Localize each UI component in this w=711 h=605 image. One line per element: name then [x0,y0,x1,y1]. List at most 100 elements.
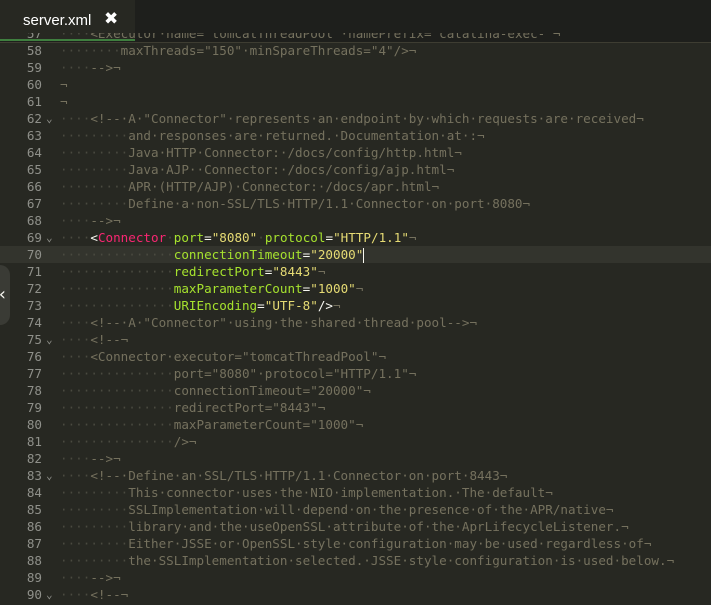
code-token: ··············· [60,400,174,415]
code-text[interactable]: ···············URIEncoding="UTF-8"/>¬ [60,297,341,314]
code-line[interactable]: 87 ·········Either·JSSE·or·OpenSSL·style·… [0,535,711,552]
code-text[interactable]: ···············maxParameterCount="1000"¬ [60,416,363,433]
code-line[interactable]: 63 ·········and·responses·are·returned.·D… [0,127,711,144]
code-token: ········· [60,485,129,500]
code-line[interactable]: 59 ····-->¬ [0,59,711,76]
code-text[interactable]: ····<!--·A·"Connector"·using·the·shared·… [60,314,477,331]
code-line[interactable]: 76 ····<Connector·executor="tomcatThreadP… [0,348,711,365]
code-text[interactable]: ····-->¬ [60,569,121,586]
code-token: Either·JSSE·or·OpenSSL·style·configurati… [128,536,652,551]
code-line[interactable]: 81 ···············/>¬ [0,433,711,450]
code-line[interactable]: 79 ···············redirectPort="8443"¬ [0,399,711,416]
fold-chevron-icon[interactable]: ⌄ [46,331,53,348]
code-text[interactable]: ¬ [60,93,68,110]
code-text[interactable]: ····<!--¬ [60,331,128,348]
code-text[interactable]: ····<!--¬ [60,586,128,603]
code-token: ···· [60,111,91,126]
line-number: 63 [26,128,42,143]
code-line[interactable]: 77 ···············port="8080"·protocol="H… [0,365,711,382]
code-token: ········· [60,196,129,211]
line-number: 81 [26,434,42,449]
code-line[interactable]: 74 ····<!--·A·"Connector"·using·the·share… [0,314,711,331]
code-line[interactable]: 61 ¬ [0,93,711,110]
code-line[interactable]: 90 ⌄ ····<!--¬ [0,586,711,603]
code-token: />¬ [173,434,197,449]
code-text[interactable]: ·········library·and·the·useOpenSSL·attr… [60,518,629,535]
code-line[interactable]: 70 ···············connectionTimeout="2000… [0,246,711,263]
code-text[interactable]: ····-->¬ [60,450,121,467]
code-line[interactable]: 58 ········maxThreads="150"·minSpareThrea… [0,42,711,59]
code-token: ¬ [317,264,326,279]
code-text[interactable]: ····-->¬ [60,59,121,76]
code-text[interactable]: ···············maxParameterCount="1000"¬ [60,280,363,297]
sidebar-toggle-icon[interactable]: ‹ [0,265,10,325]
code-line[interactable]: 60 ¬ [0,76,711,93]
code-token: "8080" [211,230,258,245]
code-line[interactable]: 84 ·········This·connector·uses·the·NIO·i… [0,484,711,501]
code-line[interactable]: 86 ·········library·and·the·useOpenSSL·at… [0,518,711,535]
code-line[interactable]: 68 ····-->¬ [0,212,711,229]
code-line[interactable]: 66 ·········APR·(HTTP/AJP)·Connector:·/do… [0,178,711,195]
code-line[interactable]: 88 ·········the·SSLImplementation·selecte… [0,552,711,569]
line-number: 84 [26,485,42,500]
code-line[interactable]: 65 ·········Java·AJP··Connector:·/docs/co… [0,161,711,178]
code-token: -->¬ [90,213,121,228]
code-line[interactable]: 80 ···············maxParameterCount="1000… [0,416,711,433]
code-line[interactable]: 89 ····-->¬ [0,569,711,586]
fold-chevron-icon[interactable]: ⌄ [46,229,53,246]
code-line[interactable]: 71 ···············redirectPort="8443"¬ [0,263,711,280]
code-text[interactable]: ····<Connector·port="8080"·protocol="HTT… [60,229,417,246]
code-text[interactable]: ········maxThreads="150"·minSpareThreads… [60,42,416,59]
code-text[interactable]: ···············connectionTimeout="20000" [60,246,365,263]
code-line[interactable]: 73 ···············URIEncoding="UTF-8"/>¬ [0,297,711,314]
code-text[interactable]: ····<Executor·name="tomcatThreadPool"·na… [60,33,560,42]
code-text[interactable]: ¬ [60,76,68,93]
code-text[interactable]: ····-->¬ [60,212,121,229]
code-line[interactable]: 78 ···············connectionTimeout="2000… [0,382,711,399]
code-text[interactable]: ···············redirectPort="8443"¬ [60,263,325,280]
line-number: 76 [26,349,42,364]
code-token: ········· [60,128,129,143]
code-token: connectionTimeout="20000"¬ [173,383,371,398]
code-line[interactable]: 75 ⌄ ····<!--¬ [0,331,711,348]
code-text[interactable]: ···············/>¬ [60,433,196,450]
code-token: ···· [60,332,91,347]
code-line[interactable]: 82 ····-->¬ [0,450,711,467]
fold-chevron-icon[interactable]: ⌄ [46,110,53,127]
line-number: 62 [26,111,42,126]
code-line[interactable]: 85 ·········SSLImplementation·will·depend… [0,501,711,518]
code-text[interactable]: ·········Java·AJP··Connector:·/docs/conf… [60,161,454,178]
code-text[interactable]: ·········and·responses·are·returned.·Doc… [60,127,485,144]
code-text[interactable]: ·········Define·a·non-SSL/TLS·HTTP/1.1·C… [60,195,530,212]
code-text[interactable]: ·········SSLImplementation·will·depend·o… [60,501,614,518]
code-text[interactable]: ·········the·SSLImplementation·selected.… [60,552,674,569]
code-token: = [257,298,265,313]
code-text[interactable]: ·········Either·JSSE·or·OpenSSL·style·co… [60,535,651,552]
code-text[interactable]: ···············connectionTimeout="20000"… [60,382,371,399]
code-text[interactable]: ···············redirectPort="8443"¬ [60,399,325,416]
code-editor[interactable]: 57 ····<Executor·name="tomcatThreadPool"·… [0,33,711,605]
code-line[interactable]: 57 ····<Executor·name="tomcatThreadPool"·… [0,33,711,42]
code-line[interactable]: 83 ⌄ ····<!--·Define·an·SSL/TLS·HTTP/1.1·C… [0,467,711,484]
text-cursor [363,248,365,263]
code-token: ········· [60,179,129,194]
code-token: Java·HTTP·Connector:·/docs/config/http.h… [128,145,462,160]
code-text[interactable]: ····<Connector·executor="tomcatThreadPoo… [60,348,386,365]
code-line[interactable]: 72 ···············maxParameterCount="1000… [0,280,711,297]
code-token: "1000" [310,281,356,296]
code-text[interactable]: ·········APR·(HTTP/AJP)·Connector:·/docs… [60,178,439,195]
tab-title[interactable]: server.xml [23,12,91,29]
fold-chevron-icon[interactable]: ⌄ [46,586,53,603]
code-text[interactable]: ·········This·connector·uses·the·NIO·imp… [60,484,553,501]
fold-chevron-icon[interactable]: ⌄ [46,467,53,484]
code-text[interactable]: ····<!--·A·"Connector"·represents·an·end… [60,110,644,127]
close-icon[interactable]: ✖ [104,9,118,29]
code-text[interactable]: ···············port="8080"·protocol="HTT… [60,365,416,382]
code-token: -->¬ [90,60,121,75]
code-line[interactable]: 62 ⌄ ····<!--·A·"Connector"·represents·an·… [0,110,711,127]
code-line[interactable]: 64 ·········Java·HTTP·Connector:·/docs/co… [0,144,711,161]
code-line[interactable]: 69 ⌄ ····<Connector·port="8080"·protocol="… [0,229,711,246]
code-line[interactable]: 67 ·········Define·a·non-SSL/TLS·HTTP/1.1… [0,195,711,212]
code-text[interactable]: ····<!--·Define·an·SSL/TLS·HTTP/1.1·Conn… [60,467,507,484]
code-text[interactable]: ·········Java·HTTP·Connector:·/docs/conf… [60,144,462,161]
